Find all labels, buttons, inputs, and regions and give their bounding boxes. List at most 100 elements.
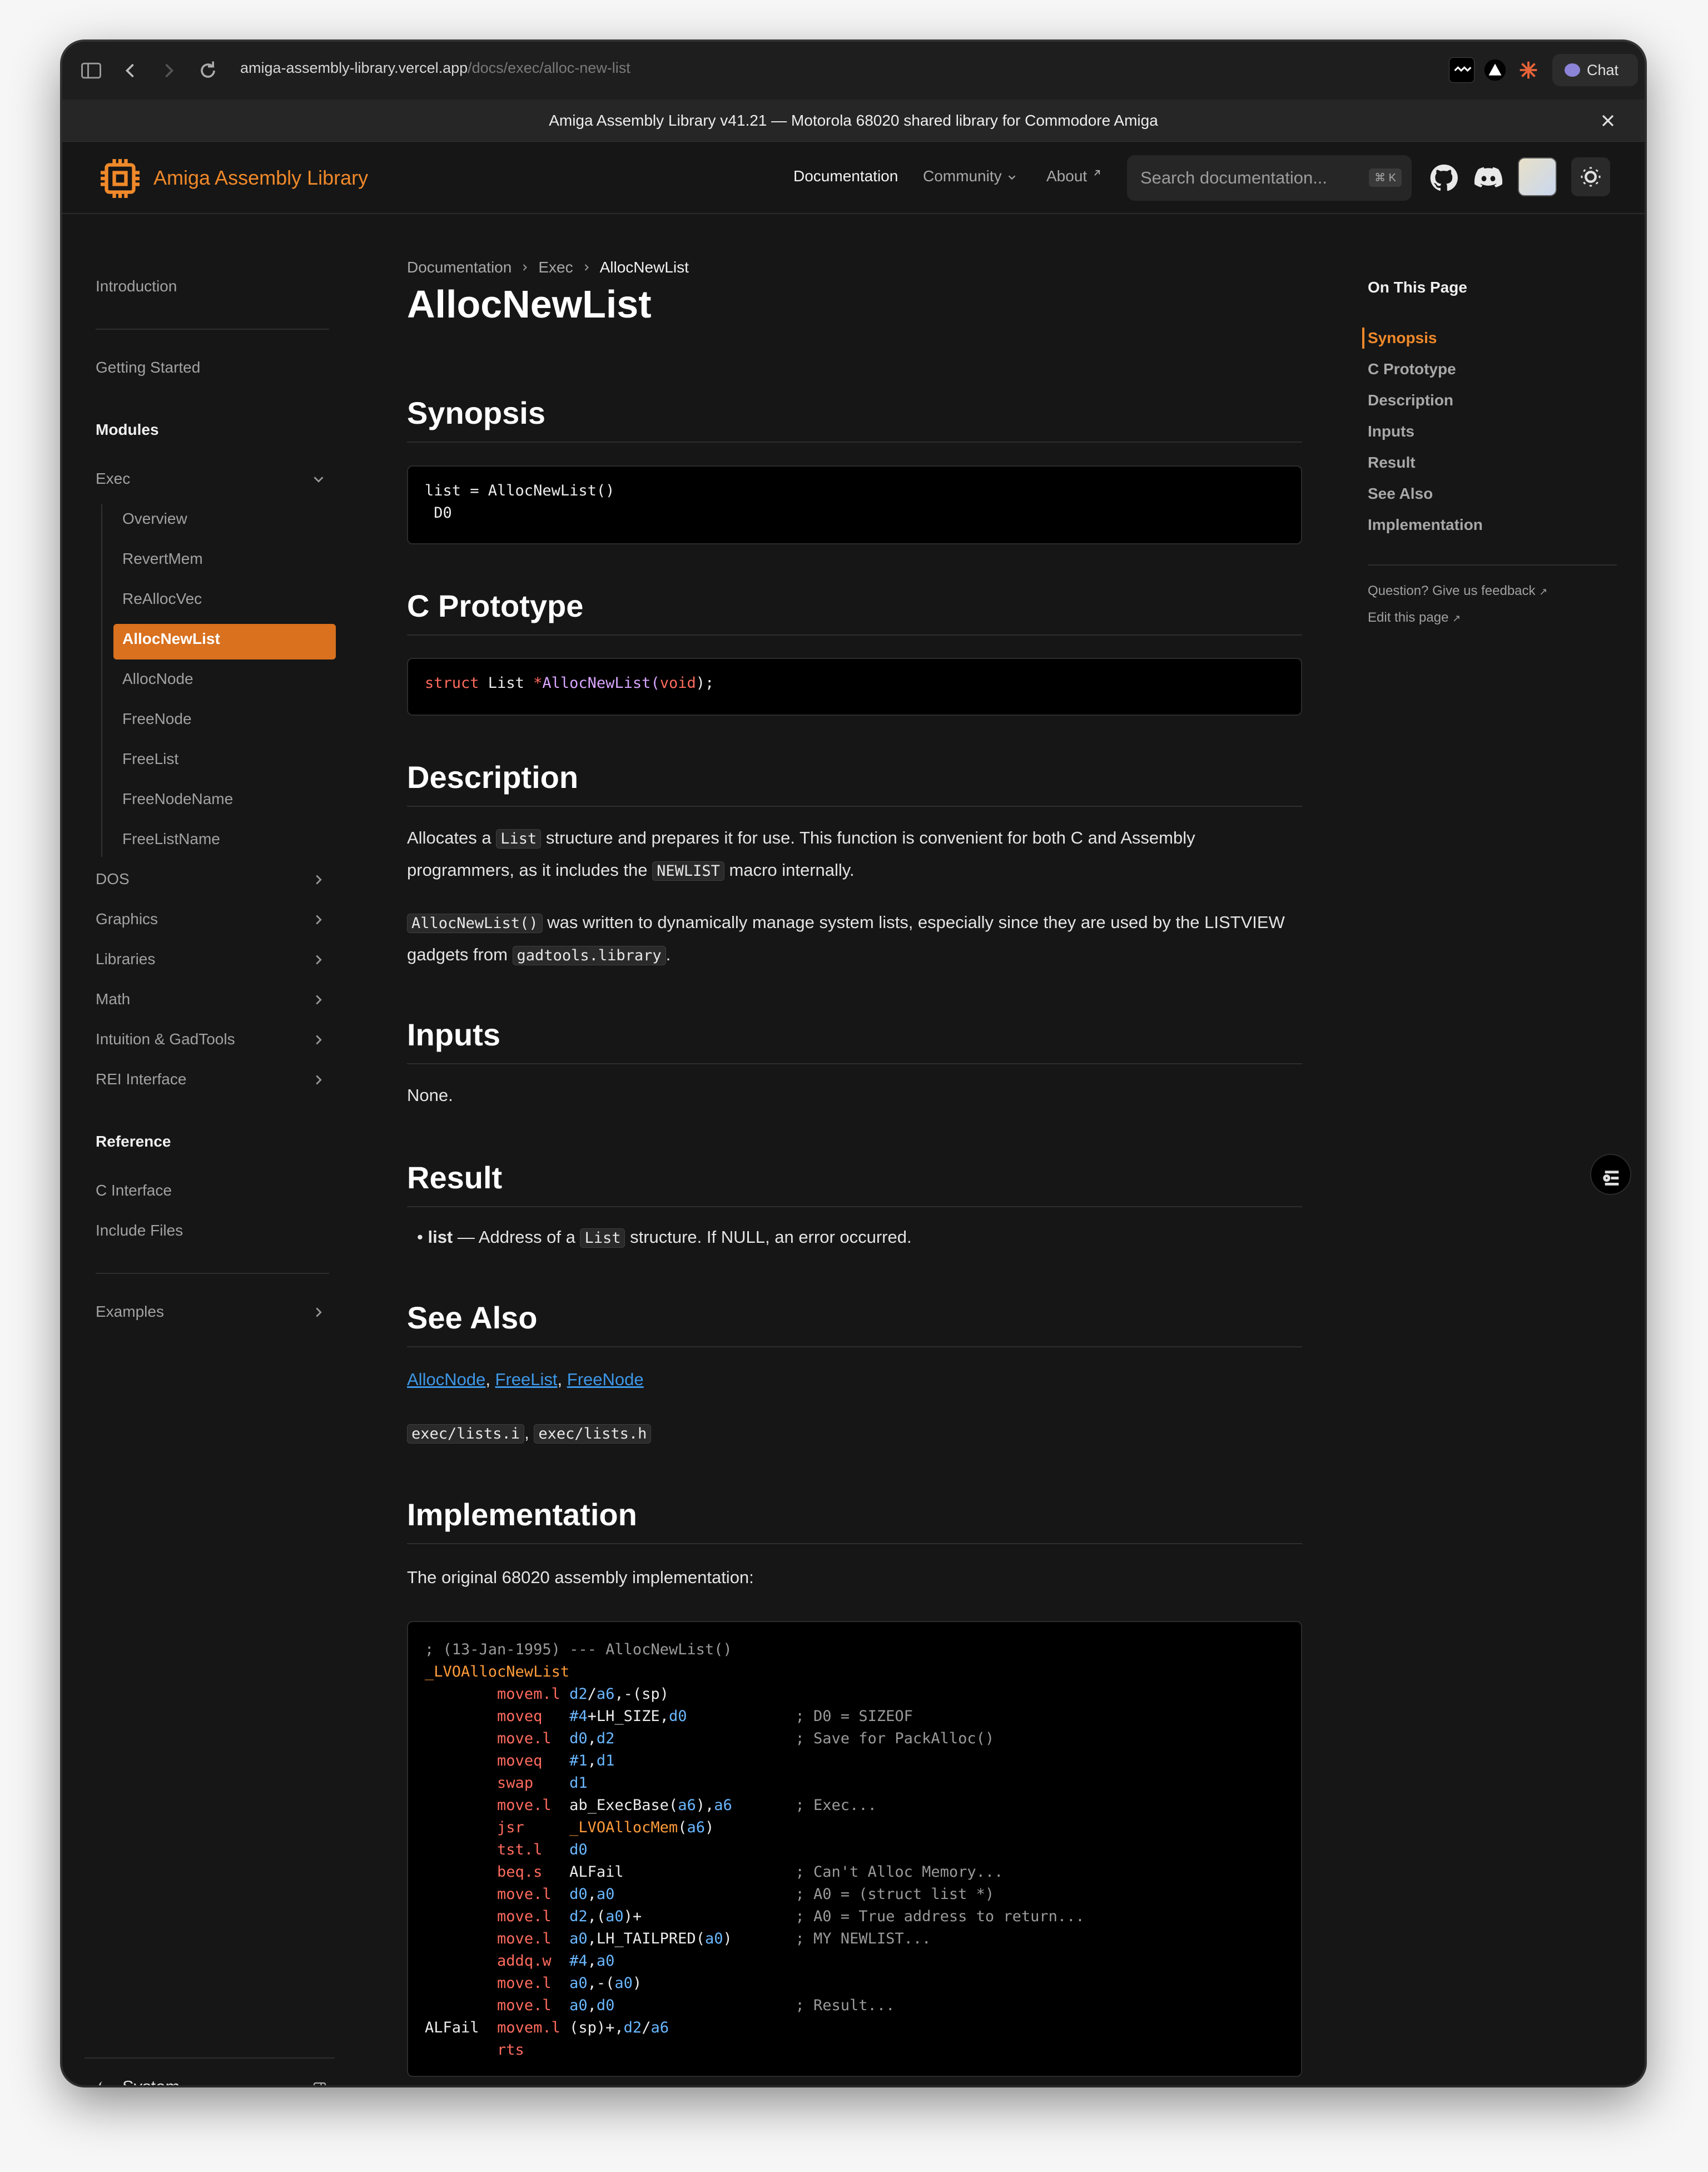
nav-about[interactable]: About	[1046, 167, 1103, 185]
chevron-right-icon[interactable]	[310, 911, 327, 928]
extension-triangle-icon[interactable]	[1482, 57, 1508, 83]
breadcrumb-root[interactable]: Documentation	[407, 259, 512, 276]
asm-line: move.l d2,(a0)+ ; A0 = True address to r…	[425, 1906, 1284, 1928]
toc-item-inputs[interactable]: Inputs	[1368, 423, 1414, 440]
github-icon[interactable]	[1428, 162, 1460, 194]
sidebar-item-freenodename[interactable]: FreeNodeName	[122, 790, 233, 808]
breadcrumb-current: AllocNewList	[599, 259, 689, 276]
asm-mnemonic: beq.s	[497, 1863, 543, 1881]
search-input[interactable]: Search documentation... ⌘ K	[1127, 155, 1412, 201]
external-link-icon: ↗	[1452, 613, 1461, 624]
chat-button[interactable]: Chat	[1552, 54, 1638, 86]
code-paren: );	[696, 675, 714, 692]
asm-line: move.l d0,d2 ; Save for PackAlloc()	[425, 1728, 1284, 1750]
extension-wave-icon[interactable]	[1449, 57, 1474, 83]
chevron-right-icon[interactable]	[310, 1072, 327, 1088]
code-star: *	[533, 675, 543, 692]
inline-code: List	[580, 1228, 625, 1248]
text: macro internally.	[724, 860, 855, 880]
chevron-right-icon[interactable]	[310, 1032, 327, 1048]
collapse-sidebar-icon[interactable]	[311, 2080, 328, 2085]
sidebar-item-dos[interactable]: DOS	[96, 870, 130, 888]
edit-page-link[interactable]: Edit this page ↗	[1368, 610, 1461, 626]
feedback-link[interactable]: Question? Give us feedback ↗	[1368, 583, 1547, 599]
chevron-right-icon[interactable]	[310, 991, 327, 1008]
asm-mnemonic: jsr	[497, 1819, 524, 1836]
asm-mnemonic: move.l	[497, 1930, 552, 1947]
asm-line: move.l d0,a0 ; A0 = (struct list *)	[425, 1883, 1284, 1906]
theme-toggle-button[interactable]	[1571, 157, 1610, 196]
sidebar-item-overview[interactable]: Overview	[122, 510, 187, 528]
heading-underline	[407, 1543, 1302, 1544]
nav-community[interactable]: Community	[923, 167, 1018, 185]
toc-title: On This Page	[1368, 279, 1467, 296]
heading-implementation: Implementation	[407, 1497, 637, 1532]
toc-item-description[interactable]: Description	[1368, 391, 1453, 409]
toc-item-result[interactable]: Result	[1368, 454, 1416, 472]
close-icon[interactable]	[1598, 111, 1618, 131]
toc-item-see-also[interactable]: See Also	[1368, 485, 1433, 503]
sidebar-item-examples[interactable]: Examples	[96, 1303, 164, 1321]
toc-toggle-button[interactable]	[1590, 1154, 1631, 1195]
sidebar-item-allocnewlist-label: AllocNewList	[122, 630, 220, 647]
chevron-down-icon[interactable]	[310, 471, 327, 488]
toc-divider	[1368, 564, 1617, 566]
nav-documentation[interactable]: Documentation	[793, 167, 898, 185]
toc-item-c-prototype[interactable]: C Prototype	[1368, 360, 1456, 378]
sidebar-item-allocnode[interactable]: AllocNode	[122, 670, 193, 688]
chip-logo-icon[interactable]	[97, 155, 143, 202]
link-freelist[interactable]: FreeList	[495, 1370, 558, 1389]
breadcrumb-section[interactable]: Exec	[538, 259, 573, 276]
reload-icon[interactable]	[196, 58, 220, 83]
code-line: D0	[425, 504, 452, 522]
extension-spark-icon[interactable]	[1516, 57, 1541, 83]
sidebar-item-freelist[interactable]: FreeList	[122, 750, 178, 768]
asm-mnemonic: movem.l	[497, 1685, 560, 1703]
chevron-right-icon[interactable]	[310, 951, 327, 968]
code-paren: (	[651, 675, 660, 692]
sidebar-item-getting-started[interactable]: Getting Started	[96, 359, 200, 376]
site-brand[interactable]: Amiga Assembly Library	[153, 166, 368, 190]
asm-line: _LVOAllocNewList	[425, 1661, 1284, 1683]
sidebar-item-graphics[interactable]: Graphics	[96, 910, 158, 928]
link-freenode[interactable]: FreeNode	[567, 1370, 644, 1389]
sidebar-toggle-icon[interactable]	[79, 58, 103, 83]
heading-underline	[407, 1063, 1302, 1064]
toc-item-synopsis[interactable]: Synopsis	[1368, 329, 1437, 347]
avatar[interactable]	[1518, 157, 1557, 196]
sidebar-item-reallocvec[interactable]: ReAllocVec	[122, 590, 202, 608]
sidebar-divider	[96, 329, 329, 330]
chevron-right-icon[interactable]	[310, 871, 327, 888]
sidebar-item-freelistname[interactable]: FreeListName	[122, 830, 220, 848]
nav-community-label: Community	[923, 167, 1002, 185]
toc-item-implementation[interactable]: Implementation	[1368, 516, 1483, 534]
assembly-code-block: ; (13-Jan-1995) --- AllocNewList() _LVOAl…	[407, 1621, 1302, 2077]
sidebar-item-revertmem[interactable]: RevertMem	[122, 550, 203, 568]
text: — Address of a	[453, 1227, 580, 1247]
asm-operands: _LVOAllocMem(a6)	[569, 1819, 714, 1836]
chevron-right-icon[interactable]	[310, 1304, 327, 1321]
sidebar-item-exec[interactable]: Exec	[96, 470, 130, 488]
asm-line: tst.l d0	[425, 1839, 1284, 1861]
sidebar-item-c-interface[interactable]: C Interface	[96, 1182, 172, 1199]
see-also-links: AllocNode, FreeList, FreeNode	[407, 1370, 644, 1389]
sidebar-item-intuition-gadtools[interactable]: Intuition & GadTools	[96, 1030, 235, 1048]
forward-icon[interactable]	[157, 58, 181, 83]
asm-mnemonic: moveq	[497, 1752, 543, 1769]
sidebar-item-rei-interface[interactable]: REI Interface	[96, 1070, 186, 1088]
asm-operands: a0,LH_TAILPRED(a0)	[569, 1930, 732, 1947]
sidebar-item-libraries[interactable]: Libraries	[96, 950, 155, 968]
sidebar-item-math[interactable]: Math	[96, 990, 130, 1008]
back-icon[interactable]	[118, 58, 142, 83]
chevron-right-icon	[584, 264, 589, 271]
address-bar[interactable]: amiga-assembly-library.vercel.app/docs/e…	[240, 59, 630, 77]
sidebar: Introduction Getting Started Modules Exe…	[62, 214, 363, 2085]
link-allocnode[interactable]: AllocNode	[407, 1370, 485, 1389]
sidebar-item-introduction[interactable]: Introduction	[96, 277, 177, 295]
heading-underline	[407, 1206, 1302, 1207]
sidebar-item-include-files[interactable]: Include Files	[96, 1222, 183, 1239]
system-theme-selector[interactable]: System	[96, 2077, 180, 2085]
inline-code: gadtools.library	[512, 946, 666, 965]
discord-icon[interactable]	[1472, 162, 1505, 194]
sidebar-item-freenode[interactable]: FreeNode	[122, 710, 192, 728]
